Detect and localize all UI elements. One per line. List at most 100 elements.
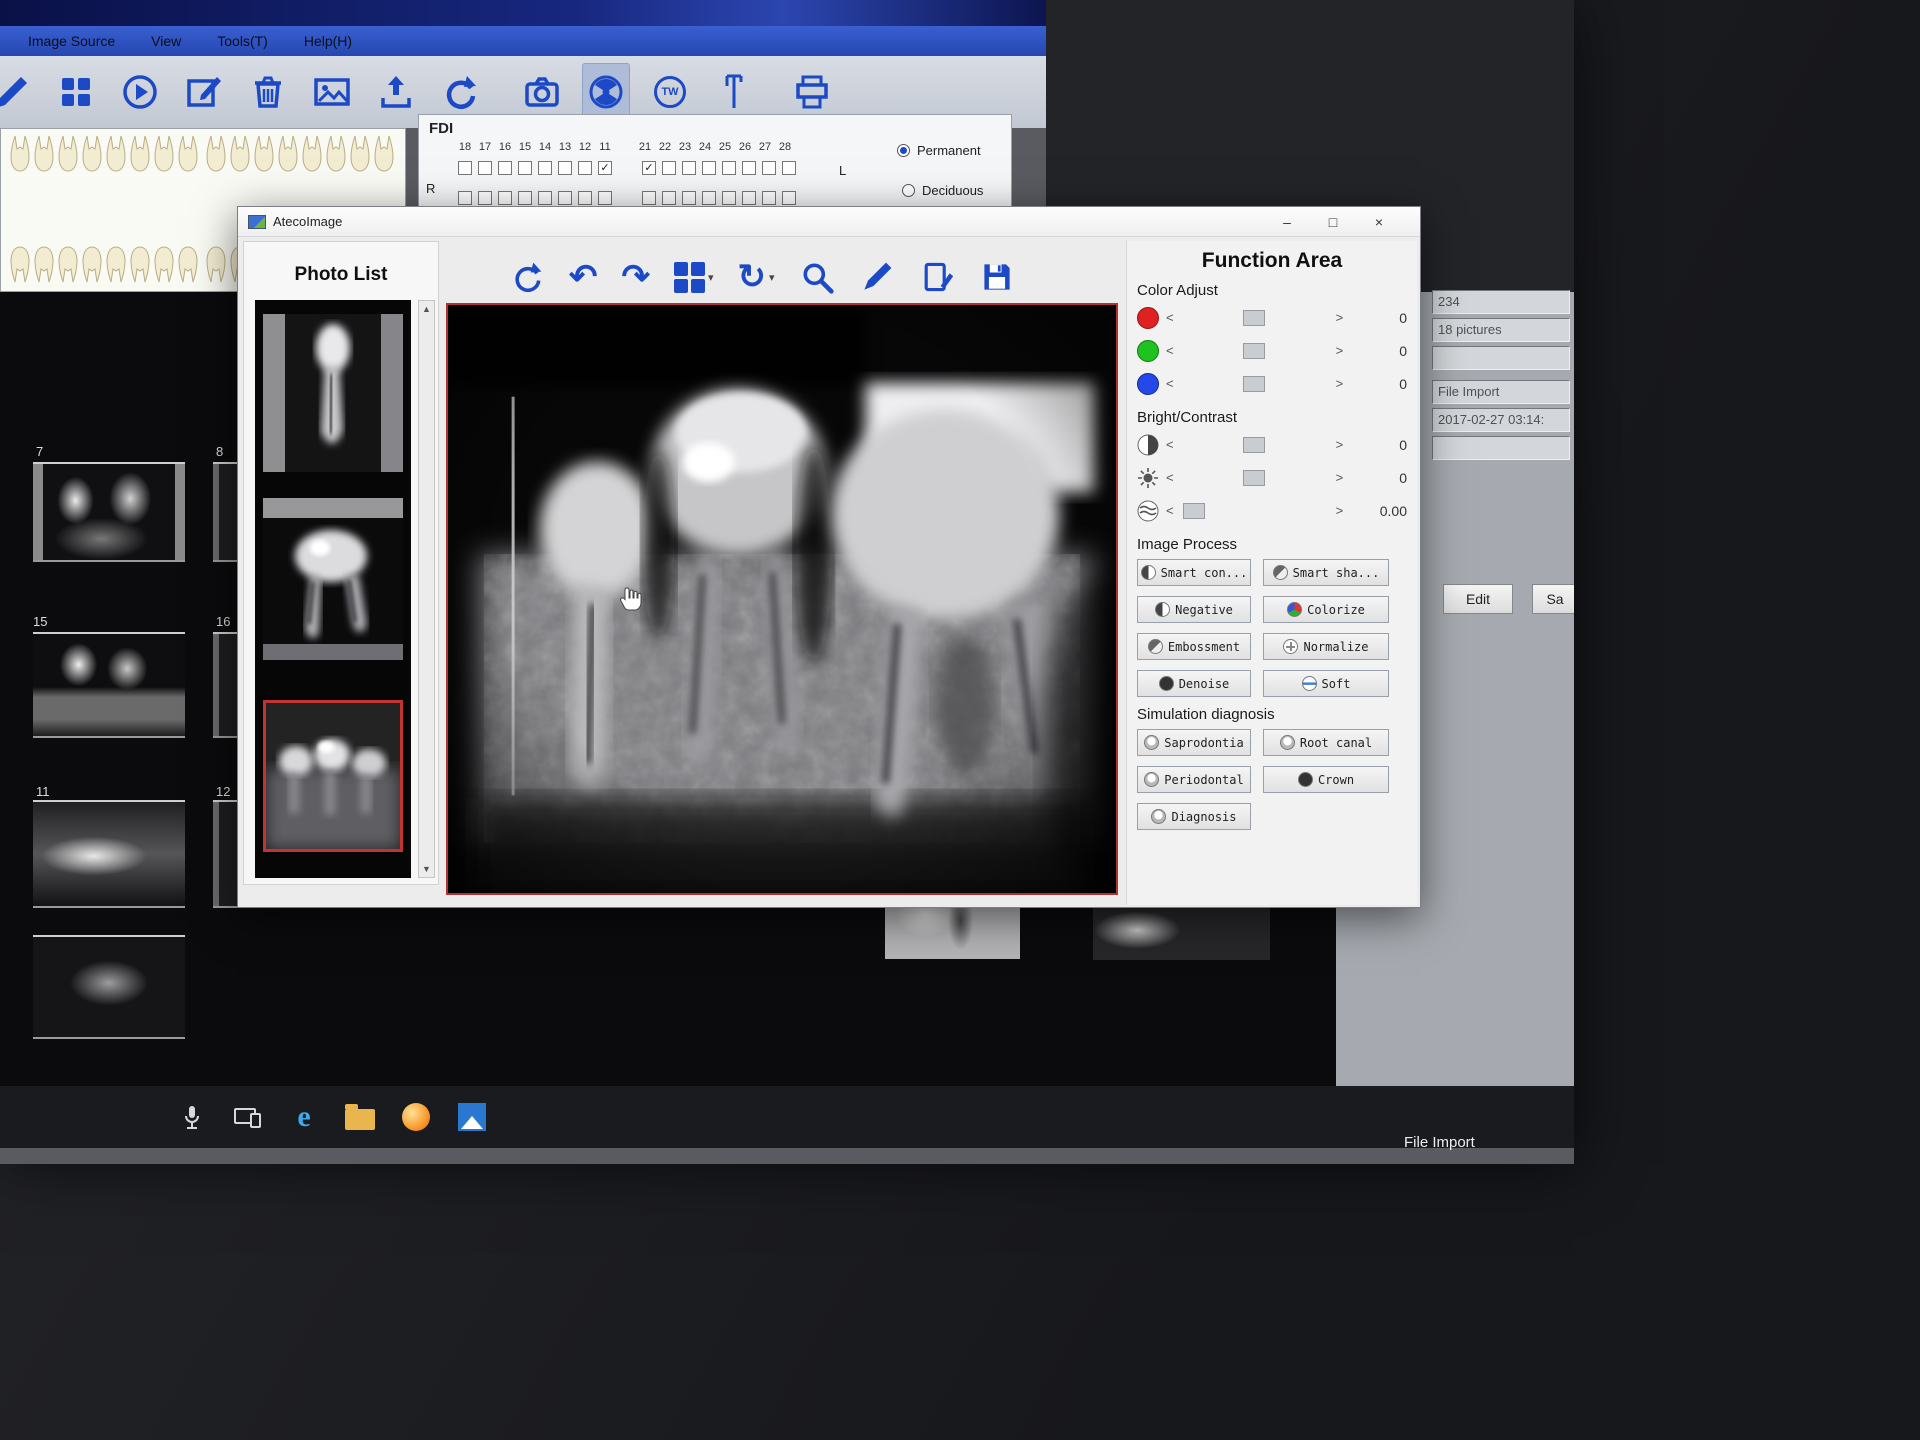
xray-viewer[interactable] — [446, 303, 1118, 895]
xray-thumbnail-7[interactable] — [33, 462, 185, 562]
fdi-checkbox[interactable] — [722, 191, 736, 205]
fdi-checkbox[interactable] — [478, 191, 492, 205]
tw-sensor-button[interactable]: TW — [646, 63, 694, 121]
normalize-button[interactable]: Normalize — [1263, 633, 1389, 660]
fdi-checkbox[interactable] — [458, 161, 472, 175]
xray-thumbnail-15[interactable] — [33, 632, 185, 738]
brightness-slider[interactable] — [1181, 469, 1329, 487]
scroll-down-icon[interactable]: ▼ — [422, 861, 431, 877]
embossment-button[interactable]: Embossment — [1137, 633, 1251, 660]
slider-left-arrow[interactable]: < — [1166, 503, 1174, 518]
fdi-checkbox[interactable] — [722, 161, 736, 175]
fdi-checkbox[interactable] — [662, 191, 676, 205]
fdi-checkbox[interactable] — [558, 161, 572, 175]
play-button[interactable] — [116, 63, 164, 121]
refresh-view-button[interactable] — [509, 259, 545, 295]
fdi-checkbox[interactable] — [458, 191, 472, 205]
saprodontia-button[interactable]: Saprodontia — [1137, 729, 1251, 756]
fdi-checkbox-11[interactable]: ✓ — [598, 161, 612, 175]
fdi-checkbox[interactable] — [558, 191, 572, 205]
denoise-button[interactable]: Denoise — [1137, 670, 1251, 697]
fdi-checkbox[interactable] — [598, 191, 612, 205]
menu-tools[interactable]: Tools(T) — [217, 33, 268, 49]
xray-capture-button[interactable] — [582, 63, 630, 121]
deciduous-radio[interactable] — [902, 184, 915, 197]
fdi-checkbox[interactable] — [478, 161, 492, 175]
fdi-checkbox[interactable] — [642, 191, 656, 205]
image-button[interactable] — [308, 63, 356, 121]
deciduous-option[interactable]: Deciduous — [902, 183, 983, 198]
slider-right-arrow[interactable]: > — [1336, 343, 1344, 358]
rotate-button[interactable]: ↻ ▾ — [738, 260, 775, 294]
fdi-checkbox[interactable] — [702, 191, 716, 205]
print-button[interactable] — [788, 63, 836, 121]
microphone-tray-button[interactable] — [172, 1095, 212, 1139]
redo-icon[interactable]: ↷ — [622, 260, 651, 294]
fdi-checkbox[interactable] — [538, 161, 552, 175]
fdi-checkbox[interactable] — [682, 191, 696, 205]
chevron-down-icon[interactable]: ▾ — [708, 271, 714, 284]
browser-taskbar-button[interactable] — [396, 1095, 436, 1139]
slider-left-arrow[interactable]: < — [1166, 437, 1174, 452]
xray-thumbnail[interactable] — [33, 935, 185, 1039]
explorer-taskbar-button[interactable] — [340, 1095, 380, 1139]
edit-record-button[interactable]: Edit — [1443, 584, 1513, 614]
photo-list-scrollbar[interactable]: ▲ ▼ — [418, 300, 435, 878]
fdi-checkbox[interactable] — [682, 161, 696, 175]
negative-button[interactable]: Negative — [1137, 596, 1251, 623]
photos-taskbar-button[interactable] — [452, 1095, 492, 1139]
measure-button[interactable] — [710, 63, 758, 121]
crown-button[interactable]: Crown — [1263, 766, 1389, 793]
refresh-button[interactable] — [436, 63, 484, 121]
xray-thumbnail[interactable] — [1093, 900, 1270, 960]
layout-grid-button[interactable]: ▾ — [674, 262, 714, 293]
permanent-radio[interactable] — [897, 144, 910, 157]
gamma-slider[interactable] — [1181, 502, 1329, 520]
save-record-button[interactable]: Sa — [1532, 584, 1574, 614]
chevron-down-icon[interactable]: ▾ — [769, 271, 775, 284]
maximize-button[interactable]: □ — [1310, 210, 1356, 234]
fdi-checkbox[interactable] — [578, 191, 592, 205]
periodontal-button[interactable]: Periodontal — [1137, 766, 1251, 793]
annotate-button[interactable] — [919, 259, 955, 295]
fdi-checkbox[interactable] — [782, 161, 796, 175]
menu-help[interactable]: Help(H) — [304, 33, 352, 49]
fdi-checkbox[interactable] — [762, 161, 776, 175]
red-slider[interactable] — [1181, 309, 1329, 327]
close-button[interactable]: × — [1356, 210, 1402, 234]
menu-view[interactable]: View — [151, 33, 181, 49]
fdi-checkbox[interactable] — [578, 161, 592, 175]
slider-right-arrow[interactable]: > — [1336, 470, 1344, 485]
edge-taskbar-button[interactable]: e — [284, 1095, 324, 1139]
capture-button[interactable] — [518, 63, 566, 121]
smart-contrast-button[interactable]: Smart con... — [1137, 559, 1251, 586]
green-slider[interactable] — [1181, 342, 1329, 360]
photo-list-thumb-2[interactable] — [263, 498, 403, 660]
diagnosis-button[interactable]: Diagnosis — [1137, 803, 1251, 830]
slider-left-arrow[interactable]: < — [1166, 343, 1174, 358]
zoom-button[interactable] — [799, 259, 835, 295]
fdi-checkbox[interactable] — [742, 161, 756, 175]
menu-image-source[interactable]: Image Source — [28, 33, 115, 49]
slider-right-arrow[interactable]: > — [1336, 503, 1344, 518]
draw-button[interactable] — [859, 259, 895, 295]
colorize-button[interactable]: Colorize — [1263, 596, 1389, 623]
fdi-checkbox[interactable] — [702, 161, 716, 175]
fdi-checkbox[interactable] — [742, 191, 756, 205]
save-button[interactable] — [979, 259, 1015, 295]
blue-slider[interactable] — [1181, 375, 1329, 393]
slider-left-arrow[interactable]: < — [1166, 376, 1174, 391]
slider-right-arrow[interactable]: > — [1336, 310, 1344, 325]
fdi-checkbox[interactable] — [498, 191, 512, 205]
window-titlebar[interactable]: AtecoImage – □ × — [238, 207, 1420, 237]
fdi-checkbox-21[interactable]: ✓ — [642, 161, 656, 175]
photo-list-thumb-3-selected[interactable] — [263, 700, 403, 852]
fdi-checkbox[interactable] — [762, 191, 776, 205]
slider-left-arrow[interactable]: < — [1166, 310, 1174, 325]
fdi-checkbox[interactable] — [498, 161, 512, 175]
contrast-slider[interactable] — [1181, 436, 1329, 454]
export-button[interactable] — [372, 63, 420, 121]
scroll-up-icon[interactable]: ▲ — [422, 301, 431, 317]
permanent-option[interactable]: Permanent — [897, 143, 981, 158]
fdi-checkbox[interactable] — [782, 191, 796, 205]
